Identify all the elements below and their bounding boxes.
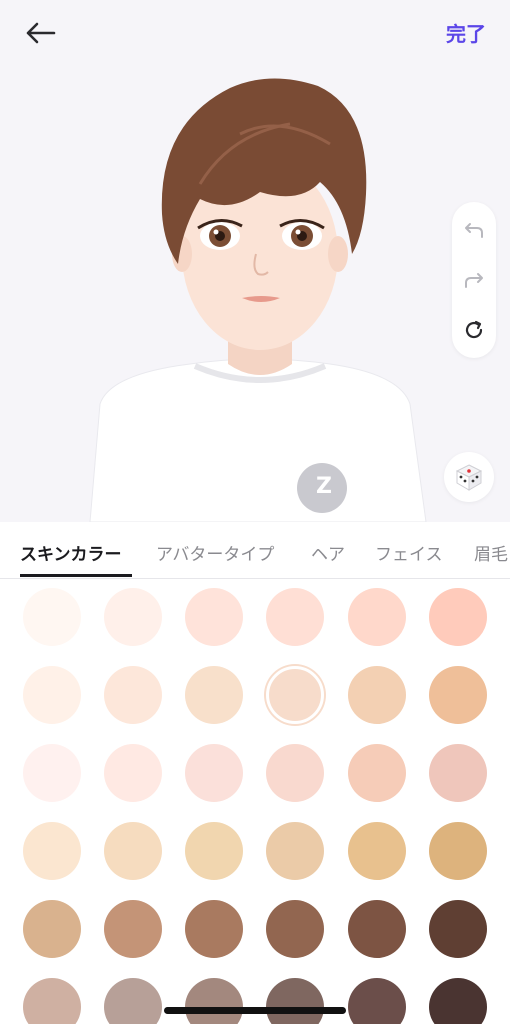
tab-avatar-type[interactable]: アバタータイプ — [156, 540, 274, 565]
skin-color-swatch[interactable] — [23, 900, 81, 958]
tab-hair[interactable]: ヘア — [311, 540, 345, 565]
skin-color-swatch[interactable] — [23, 666, 81, 724]
avatar-image — [89, 78, 427, 522]
category-tabs: スキンカラー アバタータイプ ヘア フェイス 眉毛 — [0, 522, 510, 579]
skin-color-swatch[interactable] — [348, 744, 406, 802]
arrow-left-icon — [26, 22, 56, 44]
skin-color-swatch[interactable] — [429, 666, 487, 724]
skin-color-swatch[interactable] — [348, 978, 406, 1024]
home-indicator — [164, 1007, 346, 1014]
skin-color-swatch[interactable] — [266, 822, 324, 880]
reset-button[interactable] — [462, 318, 486, 342]
skin-color-swatch[interactable] — [185, 822, 243, 880]
skin-color-swatch[interactable] — [348, 588, 406, 646]
skin-color-swatch[interactable] — [266, 588, 324, 646]
skin-color-swatch[interactable] — [266, 744, 324, 802]
skin-color-swatch[interactable] — [23, 744, 81, 802]
skin-color-swatch[interactable] — [23, 588, 81, 646]
avatar-preview: 完了 Z — [0, 0, 510, 522]
skin-color-swatch[interactable] — [429, 900, 487, 958]
skin-color-swatch[interactable] — [429, 822, 487, 880]
skin-color-swatch[interactable] — [266, 978, 324, 1024]
selected-ring — [266, 666, 324, 724]
undo-button[interactable] — [462, 218, 486, 242]
tab-eyebrows[interactable]: 眉毛 — [474, 540, 508, 565]
skin-color-swatch[interactable] — [104, 588, 162, 646]
skin-color-swatch[interactable] — [348, 900, 406, 958]
tab-skin-color[interactable]: スキンカラー — [20, 540, 122, 565]
skin-color-swatch[interactable] — [104, 900, 162, 958]
skin-color-swatch[interactable] — [23, 978, 81, 1024]
tab-face[interactable]: フェイス — [375, 540, 443, 565]
skin-color-swatch[interactable] — [185, 900, 243, 958]
skin-color-swatch[interactable] — [185, 666, 243, 724]
skin-color-swatch[interactable] — [104, 666, 162, 724]
shirt-logo-text: Z — [316, 474, 332, 499]
skin-color-swatch[interactable] — [104, 822, 162, 880]
skin-color-swatch[interactable] — [185, 588, 243, 646]
skin-color-swatch[interactable] — [185, 744, 243, 802]
randomize-button[interactable] — [444, 452, 494, 502]
skin-color-swatch[interactable] — [429, 588, 487, 646]
skin-color-swatch[interactable] — [185, 978, 243, 1024]
skin-color-swatch[interactable] — [266, 900, 324, 958]
skin-color-swatch[interactable] — [348, 666, 406, 724]
skin-color-grid — [0, 579, 510, 1024]
skin-color-swatch[interactable] — [104, 978, 162, 1024]
done-button[interactable]: 完了 — [446, 18, 486, 47]
dice-icon — [455, 464, 483, 491]
redo-button[interactable] — [462, 268, 486, 292]
active-tab-indicator — [20, 574, 132, 577]
refresh-icon — [465, 320, 483, 339]
redo-icon — [465, 273, 483, 288]
skin-color-swatch-selected[interactable] — [266, 666, 324, 724]
edit-toolbar — [452, 202, 496, 358]
undo-icon — [465, 223, 483, 238]
skin-color-swatch[interactable] — [104, 744, 162, 802]
skin-color-swatch[interactable] — [429, 978, 487, 1024]
back-button[interactable] — [20, 16, 60, 50]
skin-color-swatch[interactable] — [348, 822, 406, 880]
skin-color-swatch[interactable] — [23, 822, 81, 880]
skin-color-swatch[interactable] — [429, 744, 487, 802]
